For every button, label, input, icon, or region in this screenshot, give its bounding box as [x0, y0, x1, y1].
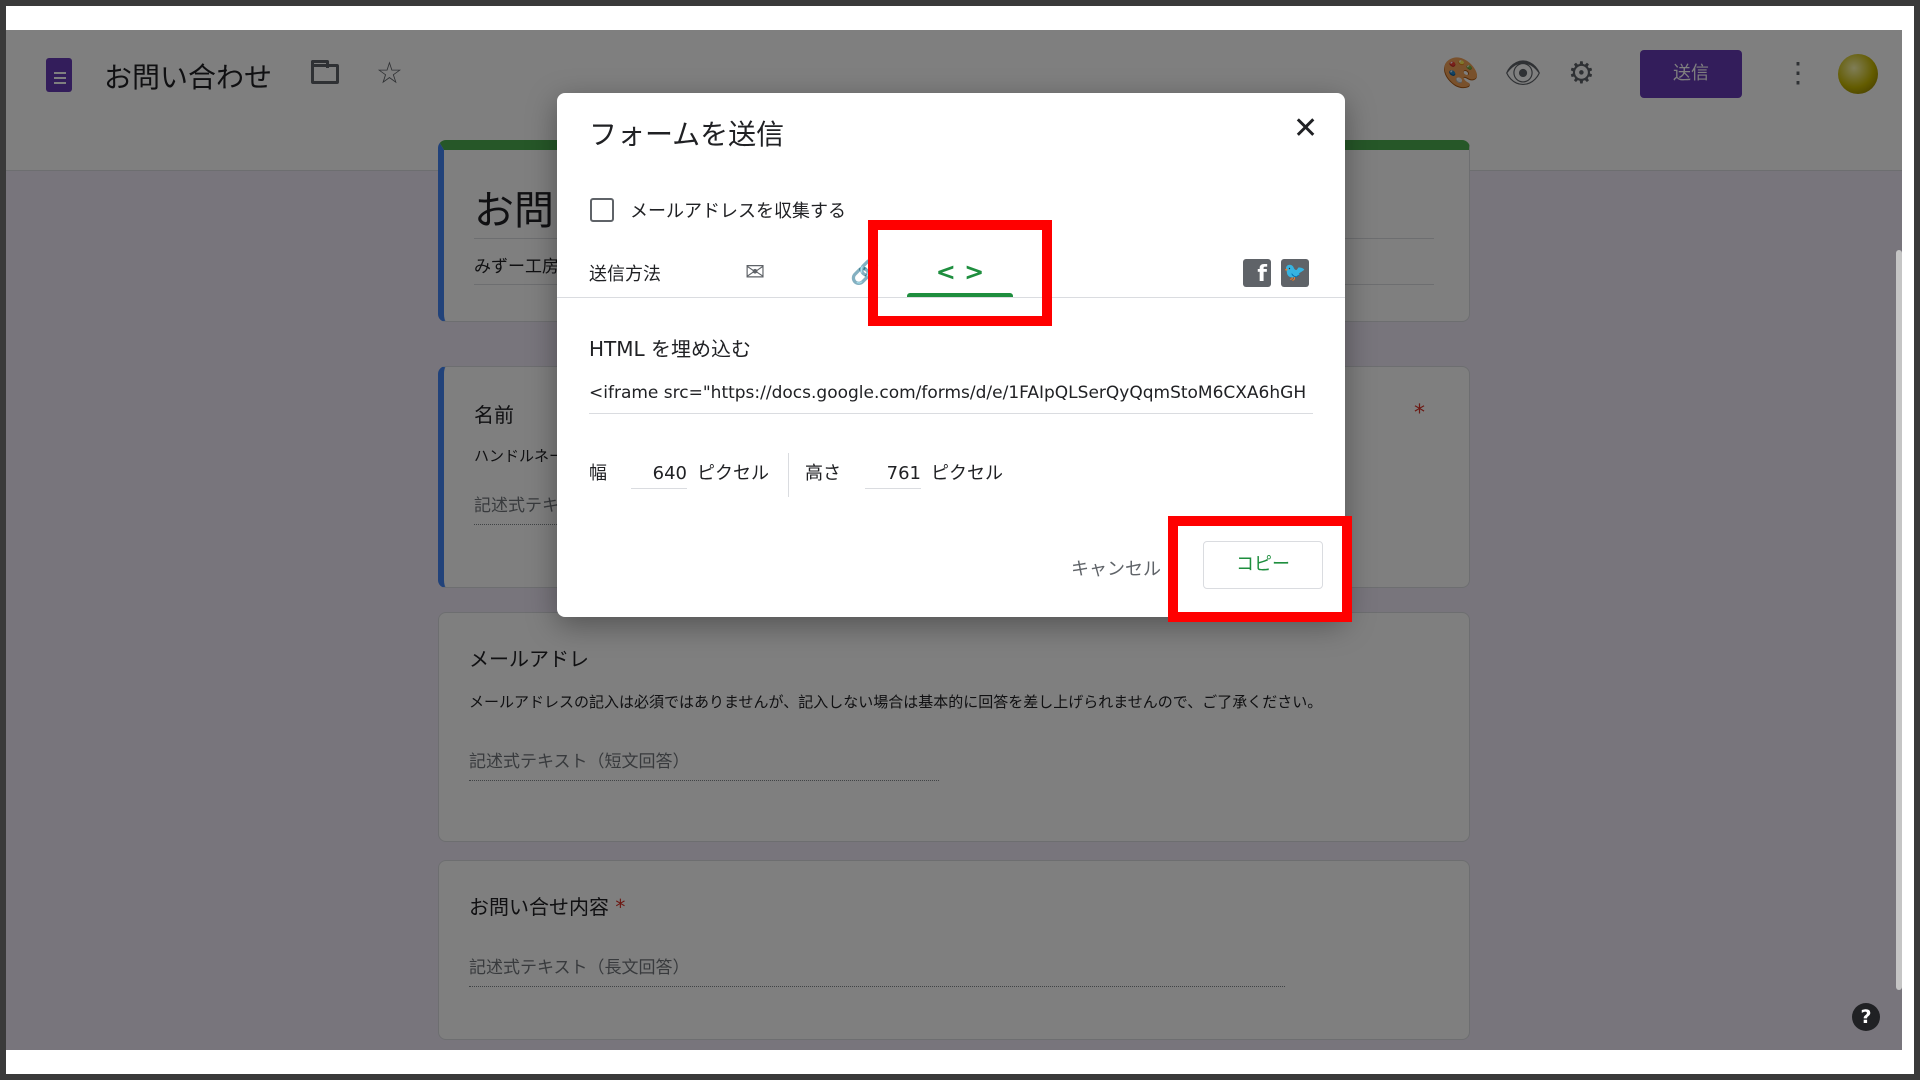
width-unit: ピクセル	[697, 463, 769, 484]
width-label: 幅	[589, 463, 607, 484]
highlight-embed-tab	[868, 220, 1052, 326]
scrollbar[interactable]	[1896, 250, 1902, 990]
facebook-icon[interactable]: f	[1243, 259, 1271, 287]
width-input[interactable]: 640	[631, 463, 687, 489]
dimension-divider	[788, 453, 789, 497]
height-row: 高さ 761 ピクセル	[805, 459, 1003, 489]
embed-html-heading: HTML を埋め込む	[589, 337, 752, 361]
screenshot-border-top	[0, 0, 1920, 6]
screenshot-border-bottom	[0, 1074, 1920, 1080]
height-input[interactable]: 761	[865, 463, 921, 489]
send-method-label: 送信方法	[589, 264, 661, 285]
twitter-icon[interactable]: 🐦	[1281, 259, 1309, 287]
collect-email-checkbox[interactable]	[590, 198, 614, 222]
tab-email[interactable]: ✉	[717, 243, 793, 301]
cancel-button[interactable]: キャンセル	[1071, 555, 1161, 581]
dialog-title: フォームを送信	[589, 118, 785, 151]
embed-code-field[interactable]: <iframe src="https://docs.google.com/for…	[589, 383, 1313, 414]
close-icon[interactable]: ✕	[1293, 111, 1318, 146]
email-icon: ✉	[744, 258, 766, 286]
screenshot-border-right	[1914, 0, 1920, 1080]
collect-email-label[interactable]: メールアドレスを収集する	[630, 197, 846, 223]
height-label: 高さ	[805, 463, 841, 484]
highlight-copy-button	[1168, 516, 1352, 622]
help-icon[interactable]: ?	[1852, 1003, 1880, 1031]
width-row: 幅 640 ピクセル	[589, 459, 769, 489]
height-unit: ピクセル	[931, 463, 1003, 484]
